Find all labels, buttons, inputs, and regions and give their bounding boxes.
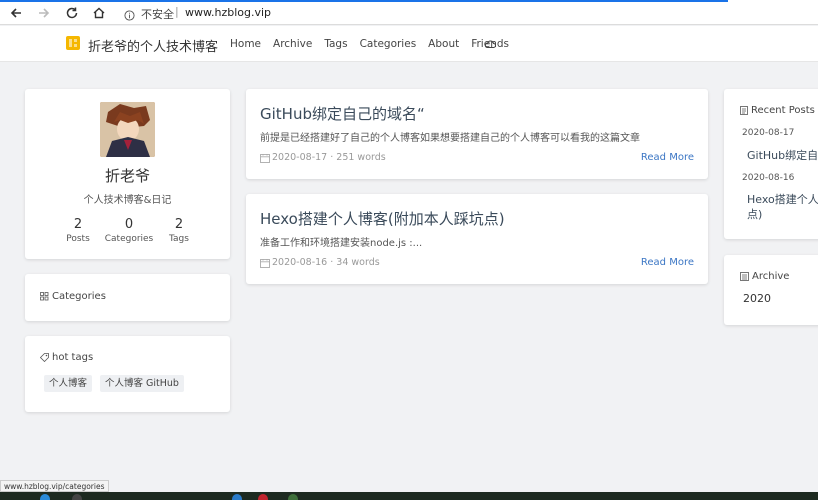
categories-card-label: Categories xyxy=(52,291,106,302)
post-meta-text: 2020-08-16 · 34 words xyxy=(272,257,380,268)
site-logo-icon[interactable] xyxy=(66,36,80,50)
recent-post-link[interactable]: Hexo搭建个人点) xyxy=(747,192,818,222)
address-separator: | xyxy=(175,5,179,18)
avatar xyxy=(100,102,155,157)
archive-title: Archive xyxy=(740,271,789,282)
read-more-link[interactable]: Read More xyxy=(641,152,694,163)
reload-button[interactable] xyxy=(63,4,81,22)
post-title[interactable]: GitHub绑定自己的域名“ xyxy=(260,103,425,124)
home-button[interactable] xyxy=(90,4,108,22)
post-meta: 2020-08-17 · 251 words xyxy=(260,152,386,163)
recent-post-link[interactable]: GitHub绑定自 xyxy=(747,148,818,163)
recent-posts-title: Recent Posts xyxy=(740,105,815,116)
archive-card: Archive 2020 xyxy=(724,255,818,325)
os-taskbar xyxy=(0,492,818,500)
post-card: Hexo搭建个人博客(附加本人踩坑点) 准备工作和环境搭建安装node.js :… xyxy=(246,194,708,284)
post-title[interactable]: Hexo搭建个人博客(附加本人踩坑点) xyxy=(260,208,505,229)
author-name: 折老爷 xyxy=(104,167,150,185)
menu-item-categories[interactable]: Categories xyxy=(360,38,417,50)
categories-card-title[interactable]: Categories xyxy=(40,291,106,302)
menu-item-home[interactable]: Home xyxy=(230,38,261,50)
calendar-icon xyxy=(260,258,270,268)
taskbar-app-icon[interactable] xyxy=(258,494,268,500)
back-button[interactable] xyxy=(7,4,25,22)
browser-toolbar: 不安全 | www.hzblog.vip xyxy=(0,0,818,25)
tag-chip[interactable]: 个人博客 xyxy=(44,375,93,392)
categories-icon xyxy=(40,292,49,301)
forward-button[interactable] xyxy=(35,4,53,22)
main-menu: Home Archive Tags Categories About Frien… xyxy=(230,38,521,50)
calendar-icon xyxy=(260,153,270,163)
recent-posts-card: Recent Posts 2020-08-17 GitHub绑定自 2020-0… xyxy=(724,89,818,239)
site-title[interactable]: 折老爷的个人技术博客 xyxy=(88,36,218,55)
home-icon xyxy=(93,7,105,19)
hot-tags-label: hot tags xyxy=(52,352,94,363)
arrow-left-icon xyxy=(10,8,21,18)
taskbar-app-icon[interactable] xyxy=(232,494,242,500)
post-excerpt: 前提是已经搭建好了自己的个人博客如果想要搭建自己的个人博客可以看我的这篇文章 xyxy=(260,133,640,144)
post-meta-text: 2020-08-17 · 251 words xyxy=(272,152,386,163)
recent-post-date: 2020-08-17 xyxy=(742,128,795,138)
site-info-button[interactable] xyxy=(124,6,135,25)
address-bar[interactable]: www.hzblog.vip xyxy=(185,6,271,19)
categories-card: Categories xyxy=(25,274,230,321)
post-card: GitHub绑定自己的域名“ 前提是已经搭建好了自己的个人博客如果想要搭建自己的… xyxy=(246,89,708,179)
taskbar-app-icon[interactable] xyxy=(40,494,50,500)
archive-icon xyxy=(740,272,749,281)
profile-card: 折老爷 个人技术博客&日记 2 Posts 0 Categories 2 Tag… xyxy=(25,89,230,259)
page-load-progress xyxy=(0,0,728,2)
menu-item-tags[interactable]: Tags xyxy=(324,38,347,50)
archive-year-link[interactable]: 2020 xyxy=(743,292,771,305)
taskbar-app-icon[interactable] xyxy=(72,494,82,500)
site-navbar: 折老爷的个人技术博客 Home Archive Tags Categories … xyxy=(0,26,818,62)
tag-icon xyxy=(40,353,49,362)
menu-item-about[interactable]: About xyxy=(428,38,459,50)
author-description: 个人技术博客&日记 xyxy=(83,195,172,206)
arrow-right-icon xyxy=(39,8,50,18)
hot-tags-title: hot tags xyxy=(40,352,93,363)
theme-toggle-icon[interactable] xyxy=(484,38,496,50)
read-more-link[interactable]: Read More xyxy=(641,257,694,268)
post-excerpt: 准备工作和环境搭建安装node.js :... xyxy=(260,238,423,249)
stat-tags-count: 2 xyxy=(174,217,184,232)
document-icon xyxy=(740,106,748,115)
insecure-label: 不安全 xyxy=(141,8,174,21)
tag-chip[interactable]: 个人博客 GitHub xyxy=(100,375,184,392)
hot-tags-card: hot tags 个人博客 个人博客 GitHub xyxy=(25,336,230,412)
post-meta: 2020-08-16 · 34 words xyxy=(260,257,380,268)
archive-label: Archive xyxy=(752,271,790,282)
info-icon xyxy=(124,10,135,21)
stat-tags-label: Tags xyxy=(169,234,189,244)
reload-icon xyxy=(66,7,78,19)
recent-posts-label: Recent Posts xyxy=(751,105,815,116)
link-status-bar: www.hzblog.vip/categories xyxy=(0,480,109,492)
recent-post-date: 2020-08-16 xyxy=(742,173,795,183)
taskbar-app-icon[interactable] xyxy=(288,494,298,500)
menu-item-archive[interactable]: Archive xyxy=(273,38,312,50)
stat-tags[interactable]: 2 Tags xyxy=(149,217,209,244)
